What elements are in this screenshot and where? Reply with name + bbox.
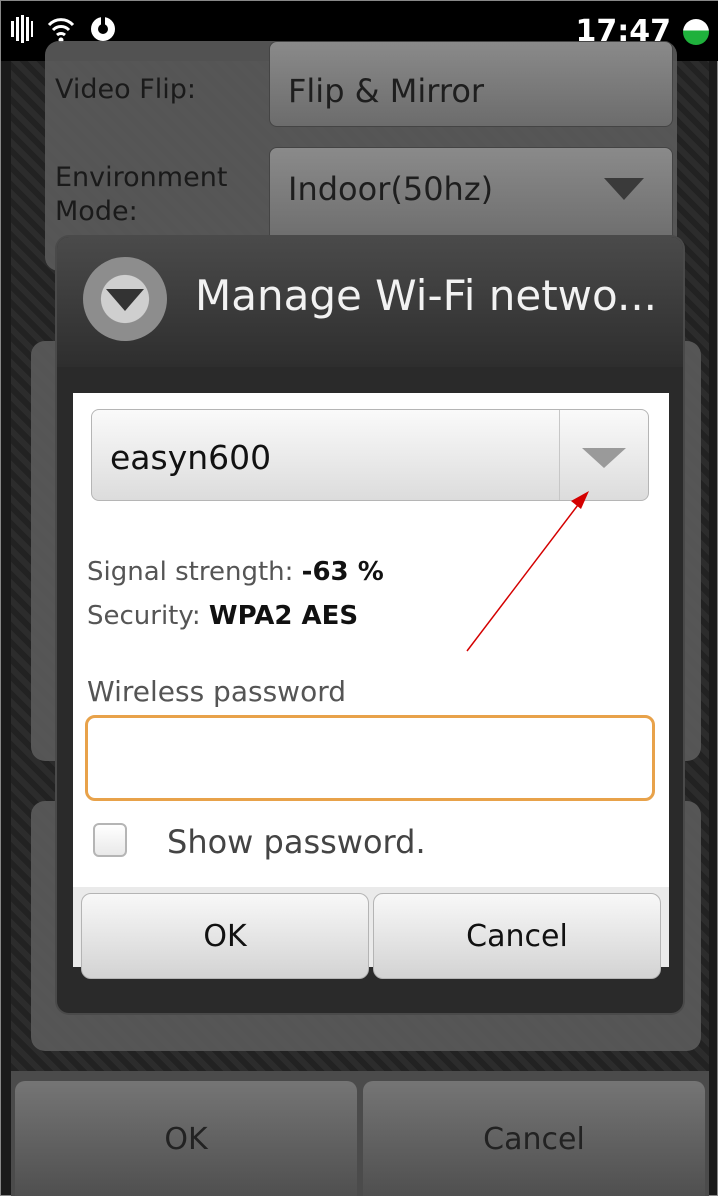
network-select[interactable]: easyn600 [91,409,649,501]
security-row: Security: WPA2 AES [87,601,358,631]
battery-icon [683,19,709,45]
app-icon [91,17,115,41]
video-flip-label: Video Flip: [55,74,196,105]
bottom-ok-button[interactable]: OK [15,1081,357,1196]
environment-select[interactable]: Indoor(50hz) [269,147,673,247]
wifi-icon [47,18,75,43]
manage-wifi-dialog: Manage Wi-Fi netwo... easyn600 Signal st… [57,237,683,1013]
show-password-label[interactable]: Show password. [167,823,426,861]
password-field[interactable] [85,715,655,801]
bottom-button-bar: OK Cancel [11,1071,709,1196]
environment-label-line1: Environment [55,162,228,193]
select-divider [559,410,560,500]
dropdown-circle-icon [83,257,167,341]
chevron-down-icon[interactable] [582,448,626,468]
dialog-cancel-button[interactable]: Cancel [373,893,661,979]
dialog-button-row: OK Cancel [73,887,669,979]
dialog-header: Manage Wi-Fi netwo... [57,237,683,367]
environment-label-line2: Mode: [55,196,138,227]
signal-icon [11,15,33,43]
show-password-checkbox[interactable] [93,823,127,857]
chevron-down-icon [604,178,644,200]
video-flip-value: Flip & Mirror [288,72,485,110]
security-value: WPA2 AES [208,601,359,631]
video-flip-select[interactable]: Flip & Mirror [269,41,673,127]
environment-label: Environment Mode: [55,161,227,229]
status-icons [11,15,117,43]
signal-strength-label: Signal strength: [87,557,294,587]
security-label: Security: [87,601,201,631]
network-select-value: easyn600 [110,438,272,477]
signal-strength-row: Signal strength: -63 % [87,557,384,587]
dialog-body: easyn600 Signal strength: -63 % Security… [73,393,669,979]
password-label: Wireless password [87,675,346,708]
dialog-title: Manage Wi-Fi netwo... [195,271,658,320]
environment-value: Indoor(50hz) [288,170,494,208]
signal-strength-value: -63 % [301,557,384,587]
bottom-cancel-button[interactable]: Cancel [363,1081,705,1196]
dialog-ok-button[interactable]: OK [81,893,369,979]
